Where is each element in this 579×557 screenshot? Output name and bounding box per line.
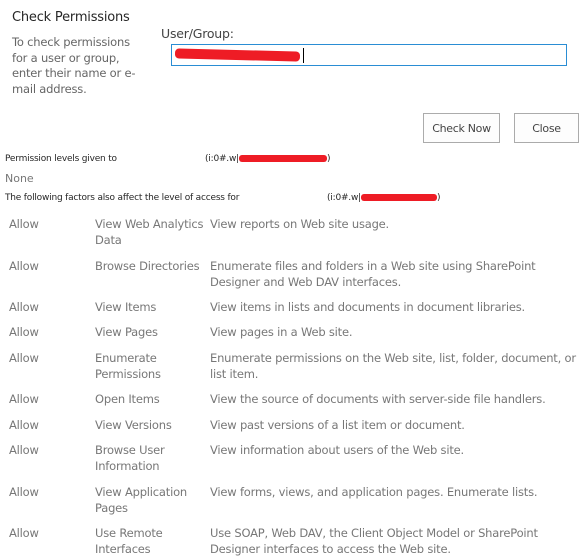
factors-user-id: (i:0#.w|) bbox=[327, 193, 441, 203]
permission-name: Open Items bbox=[95, 392, 160, 406]
permission-levels-label: Permission levels given to bbox=[5, 154, 117, 164]
factors-label: The following factors also affect the le… bbox=[5, 193, 240, 203]
permission-access: Allow bbox=[9, 443, 39, 457]
permission-name: View Application Pages bbox=[95, 485, 188, 515]
permission-description: View pages in a Web site. bbox=[210, 325, 353, 339]
user-id-suffix: ) bbox=[436, 193, 441, 203]
permission-description: View past versions of a list item or doc… bbox=[210, 418, 465, 432]
permission-access: Allow bbox=[9, 259, 39, 273]
permission-name: View Web Analytics Data bbox=[95, 217, 204, 247]
permission-description: Use SOAP, Web DAV, the Client Object Mod… bbox=[210, 526, 538, 556]
permission-description: Enumerate permissions on the Web site, l… bbox=[210, 351, 576, 381]
redacted-user-id bbox=[360, 194, 437, 201]
permission-name: Browse Directories bbox=[95, 259, 200, 273]
close-button[interactable]: Close bbox=[514, 113, 579, 143]
permission-access: Allow bbox=[9, 217, 39, 231]
user-group-label: User/Group: bbox=[161, 26, 234, 41]
permission-name: Use Remote Interfaces bbox=[95, 526, 163, 556]
permission-name: View Versions bbox=[95, 418, 172, 432]
user-id-suffix: ) bbox=[326, 154, 331, 164]
permission-description: View forms, views, and application pages… bbox=[210, 485, 538, 499]
permission-description: View reports on Web site usage. bbox=[210, 217, 390, 231]
redacted-user-value bbox=[174, 48, 301, 62]
permission-access: Allow bbox=[9, 485, 39, 499]
permission-description: View information about users of the Web … bbox=[210, 443, 464, 457]
dialog-title: Check Permissions bbox=[12, 10, 130, 25]
permission-access: Allow bbox=[9, 300, 39, 314]
permission-description: Enumerate files and folders in a Web sit… bbox=[210, 259, 536, 289]
permission-name: View Items bbox=[95, 300, 157, 314]
permission-description: View the source of documents with server… bbox=[210, 392, 546, 406]
permission-access: Allow bbox=[9, 418, 39, 432]
permission-name: Browse User Information bbox=[95, 443, 165, 473]
permission-access: Allow bbox=[9, 325, 39, 339]
permission-levels-value: None bbox=[5, 172, 34, 185]
user-id-prefix: (i:0#.w| bbox=[205, 154, 239, 164]
permission-access: Allow bbox=[9, 392, 39, 406]
permission-description: View items in lists and documents in doc… bbox=[210, 300, 525, 314]
permission-name: View Pages bbox=[95, 325, 158, 339]
redacted-user-id bbox=[238, 155, 327, 162]
user-group-input[interactable] bbox=[171, 44, 567, 66]
permission-name: Enumerate Permissions bbox=[95, 351, 161, 381]
text-caret bbox=[303, 48, 304, 63]
permission-access: Allow bbox=[9, 526, 39, 540]
help-text: To check permissions for a user or group… bbox=[12, 35, 136, 96]
permission-levels-user-id: (i:0#.w|) bbox=[205, 154, 331, 164]
permission-access: Allow bbox=[9, 351, 39, 365]
user-id-prefix: (i:0#.w| bbox=[327, 193, 361, 203]
check-now-button[interactable]: Check Now bbox=[423, 113, 500, 143]
